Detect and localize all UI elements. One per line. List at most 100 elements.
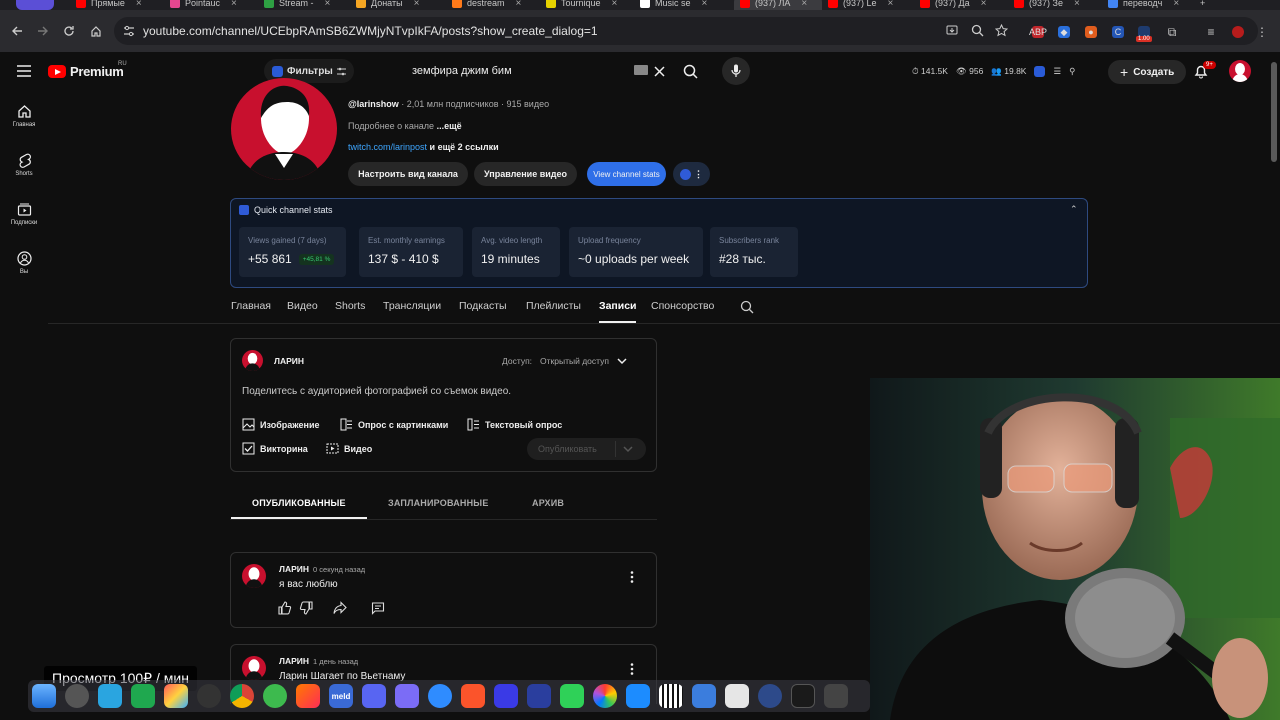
tab-podcasts[interactable]: Подкасты bbox=[459, 300, 507, 312]
channel-avatar[interactable] bbox=[231, 78, 337, 180]
spreadsheet-app-icon[interactable] bbox=[131, 684, 155, 708]
add-quiz-button[interactable]: Викторина bbox=[242, 442, 308, 455]
post-time[interactable]: 0 секунд назад bbox=[313, 565, 365, 574]
finder-app-icon[interactable] bbox=[32, 684, 56, 708]
post-avatar[interactable] bbox=[242, 564, 266, 588]
browser-menu-icon[interactable]: ⋮ bbox=[1256, 25, 1268, 39]
manage-videos-button[interactable]: Управление видео bbox=[474, 162, 577, 186]
close-tab-icon[interactable]: × bbox=[981, 0, 987, 9]
list-icon[interactable]: ☰ bbox=[1053, 66, 1061, 77]
channel-links[interactable]: twitch.com/larinpost и ещё 2 ссылки bbox=[348, 142, 499, 152]
home-button[interactable] bbox=[85, 20, 107, 42]
sidebar-item-subscriptions[interactable]: Подписки bbox=[0, 202, 48, 226]
reload-button[interactable] bbox=[58, 20, 80, 42]
tab-home[interactable]: Главная bbox=[231, 300, 271, 312]
search-button[interactable] bbox=[682, 63, 699, 80]
stats-extension-icon[interactable] bbox=[1034, 66, 1046, 77]
forward-button[interactable] bbox=[32, 20, 54, 42]
clear-search-icon[interactable] bbox=[652, 64, 666, 78]
collapse-chevron-icon[interactable]: ⌃ bbox=[1070, 204, 1078, 215]
notes-app-icon[interactable] bbox=[725, 684, 749, 708]
tab-membership[interactable]: Спонсорство bbox=[651, 300, 714, 312]
app-icon[interactable] bbox=[527, 684, 551, 708]
browser-tab[interactable]: (937) Зе × bbox=[1014, 0, 1102, 10]
app-icon[interactable] bbox=[395, 684, 419, 708]
close-tab-icon[interactable]: × bbox=[231, 0, 237, 9]
search-input[interactable]: земфира джим бим bbox=[398, 58, 670, 84]
site-info-icon[interactable] bbox=[123, 25, 135, 37]
close-tab-icon[interactable]: × bbox=[888, 0, 894, 9]
tab-shorts[interactable]: Shorts bbox=[335, 300, 365, 312]
view-channel-stats-button[interactable]: View channel stats bbox=[587, 162, 666, 186]
close-tab-icon[interactable]: × bbox=[702, 0, 708, 9]
new-tab-plus-icon[interactable]: + bbox=[1200, 0, 1205, 10]
messages-app-icon[interactable] bbox=[560, 684, 584, 708]
browser-tab[interactable]: Pointauc × bbox=[170, 0, 258, 10]
keyboard-icon[interactable] bbox=[634, 65, 648, 75]
browser-tab[interactable]: Tournique × bbox=[546, 0, 634, 10]
media-control-icon[interactable]: ≡ bbox=[1205, 25, 1217, 39]
install-app-icon[interactable] bbox=[946, 24, 959, 37]
clapper-app-icon[interactable] bbox=[824, 684, 848, 708]
youtube-premium-logo[interactable]: Premium RU bbox=[48, 61, 127, 79]
discord-app-icon[interactable] bbox=[362, 684, 386, 708]
hamburger-menu-icon[interactable] bbox=[16, 64, 32, 78]
chevron-down-icon[interactable] bbox=[623, 446, 633, 453]
post-time[interactable]: 1 день назад bbox=[313, 657, 358, 666]
post-menu-icon[interactable] bbox=[629, 570, 635, 584]
tab-live[interactable]: Трансляции bbox=[383, 300, 441, 312]
launchpad-app-icon[interactable] bbox=[65, 684, 89, 708]
close-tab-icon[interactable]: × bbox=[414, 0, 420, 9]
browser-tab[interactable]: destream × bbox=[452, 0, 540, 10]
tab-playlists[interactable]: Плейлисты bbox=[526, 300, 581, 312]
tab-videos[interactable]: Видео bbox=[287, 300, 318, 312]
more-links[interactable]: и ещё 2 ссылки bbox=[427, 142, 499, 152]
bookmark-star-icon[interactable] bbox=[995, 24, 1008, 37]
comment-icon[interactable] bbox=[371, 601, 385, 615]
tab-scheduled[interactable]: ЗАПЛАНИРОВАННЫЕ bbox=[388, 498, 489, 508]
extension-fox-icon[interactable]: ● bbox=[1085, 26, 1097, 38]
profile-avatar-icon[interactable] bbox=[1232, 26, 1244, 38]
browser-tab[interactable]: (937) Le × bbox=[828, 0, 916, 10]
brave-app-icon[interactable] bbox=[461, 684, 485, 708]
browser-tab[interactable]: (937) ЛА × bbox=[734, 0, 822, 10]
share-icon[interactable] bbox=[333, 601, 347, 615]
terminal-app-icon[interactable] bbox=[791, 684, 815, 708]
figma-app-icon[interactable] bbox=[296, 684, 320, 708]
browser-tab[interactable]: переводч × bbox=[1108, 0, 1196, 10]
author-name[interactable]: ЛАРИН bbox=[279, 656, 309, 666]
account-avatar[interactable] bbox=[1229, 60, 1251, 82]
channel-link[interactable]: twitch.com/larinpost bbox=[348, 142, 427, 152]
close-tab-icon[interactable]: × bbox=[1074, 0, 1080, 9]
vpn-app-icon[interactable] bbox=[494, 684, 518, 708]
sidebar-item-you[interactable]: Вы bbox=[0, 251, 48, 275]
tab-archive[interactable]: АРХИВ bbox=[532, 498, 564, 508]
tab-published[interactable]: ОПУБЛИКОВАННЫЕ bbox=[252, 498, 346, 508]
globe-app-icon[interactable] bbox=[263, 684, 287, 708]
page-scrollbar[interactable] bbox=[1271, 62, 1277, 162]
add-video-button[interactable]: Видео bbox=[326, 442, 372, 455]
files-app-icon[interactable] bbox=[692, 684, 716, 708]
browser-tab[interactable]: Stream - × bbox=[264, 0, 352, 10]
app-icon[interactable] bbox=[758, 684, 782, 708]
compose-text-input[interactable]: Поделитесь с аудиторией фотографией со с… bbox=[242, 386, 511, 397]
safari-app-icon[interactable] bbox=[428, 684, 452, 708]
author-name[interactable]: ЛАРИН bbox=[279, 564, 309, 574]
close-tab-icon[interactable]: × bbox=[612, 0, 618, 9]
tab-posts[interactable]: Записи bbox=[599, 300, 637, 312]
publish-button[interactable]: Опубликовать bbox=[527, 438, 646, 460]
browser-tab[interactable]: (937) Да × bbox=[920, 0, 1008, 10]
channel-about-link[interactable]: Подробнее о канале ...ещё bbox=[348, 121, 462, 131]
sidebar-item-shorts[interactable]: Shorts bbox=[0, 153, 48, 177]
like-icon[interactable] bbox=[278, 601, 292, 615]
customize-channel-button[interactable]: Настроить вид канала bbox=[348, 162, 468, 186]
channel-search-icon[interactable] bbox=[740, 300, 754, 314]
telegram-app-icon[interactable] bbox=[98, 684, 122, 708]
piano-app-icon[interactable] bbox=[659, 684, 683, 708]
pin-icon[interactable]: ⚲ bbox=[1069, 66, 1075, 77]
post-avatar[interactable] bbox=[242, 656, 266, 680]
browser-tab[interactable]: Прямые × bbox=[76, 0, 164, 10]
voice-search-button[interactable] bbox=[722, 57, 750, 85]
close-tab-icon[interactable]: × bbox=[1173, 0, 1179, 9]
zoom-icon[interactable] bbox=[971, 24, 984, 37]
